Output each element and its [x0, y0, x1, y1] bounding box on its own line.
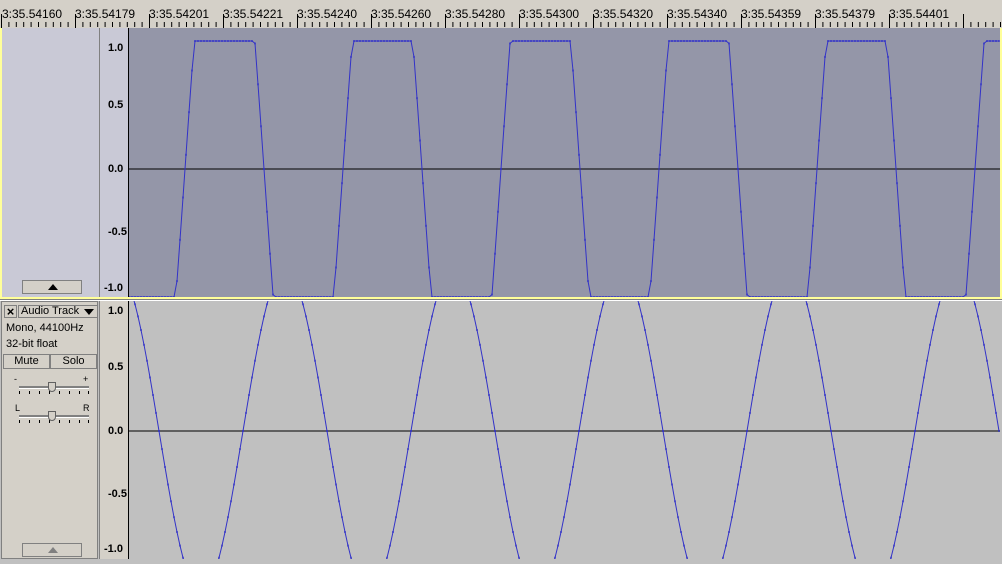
ruler-label: 3:35.54221 — [223, 7, 284, 21]
collapse-track-button[interactable] — [22, 280, 82, 294]
audio-track[interactable]: × Audio Track Mono, 44100Hz 32-bit float… — [0, 280, 1002, 564]
amplitude-label: -0.5 — [108, 226, 127, 238]
amplitude-label: 0.5 — [108, 361, 124, 373]
amplitude-label: -1.0 — [104, 282, 123, 294]
ruler-label: 3:35.54401 — [889, 7, 950, 21]
ruler-label: 3:35.54379 — [815, 7, 876, 21]
waveform — [128, 40, 1000, 298]
waveform — [128, 280, 1000, 564]
waveform-area[interactable] — [128, 280, 1000, 564]
ruler-label: 3:35.54359 — [741, 7, 802, 21]
amplitude-label: -0.5 — [108, 488, 127, 500]
gain-slider-thumb[interactable] — [48, 382, 56, 392]
track-bit-depth: 32-bit float — [6, 338, 58, 350]
triangle-up-icon — [48, 547, 58, 553]
ruler-label: 3:35.54201 — [149, 7, 210, 21]
ruler-label: 3:35.54260 — [371, 7, 432, 21]
timeline-ruler[interactable]: 3:35.54160 3:35.54179 3:35.54201 3:35.54… — [0, 0, 1002, 29]
mute-button[interactable]: Mute — [3, 354, 50, 369]
collapse-track-button[interactable] — [22, 543, 82, 557]
triangle-up-icon — [48, 284, 58, 290]
track-format: Mono, 44100Hz — [6, 322, 84, 334]
track-control-panel[interactable] — [2, 28, 100, 297]
ruler-label: 3:35.54179 — [75, 7, 136, 21]
track-name: Audio Track — [21, 305, 80, 317]
ruler-label: 3:35.54340 — [667, 7, 728, 21]
ruler-label: 3:35.54160 — [2, 7, 63, 21]
ruler-label: 3:35.54280 — [445, 7, 506, 21]
pan-right-label: R — [83, 403, 90, 413]
pan-left-label: L — [15, 403, 21, 413]
amplitude-label: 0.0 — [108, 163, 124, 175]
solo-button[interactable]: Solo — [50, 354, 97, 369]
ruler-label: 3:35.54320 — [593, 7, 654, 21]
amplitude-label: -1.0 — [104, 543, 123, 555]
waveform-area[interactable] — [128, 28, 1000, 298]
ruler-label: 3:35.54240 — [297, 7, 358, 21]
gain-plus-label: + — [83, 374, 89, 384]
gain-minus-label: - — [14, 374, 17, 384]
amplitude-ruler: 1.0 0.5 0.0 -0.5 -1.0 — [99, 28, 129, 297]
amplitude-label: 1.0 — [108, 42, 124, 54]
amplitude-ruler: 1.0 0.5 0.0 -0.5 -1.0 — [99, 301, 129, 559]
amplitude-label: 0.5 — [108, 99, 124, 111]
close-track-button[interactable]: × — [4, 305, 17, 318]
amplitude-label: 1.0 — [108, 305, 124, 317]
dropdown-arrow-icon — [84, 309, 94, 315]
pan-slider-thumb[interactable] — [48, 411, 56, 421]
amplitude-label: 0.0 — [108, 425, 124, 437]
track-name-menu[interactable]: Audio Track — [18, 305, 98, 318]
track-control-panel[interactable]: × Audio Track Mono, 44100Hz 32-bit float… — [1, 301, 98, 559]
audio-track-selected[interactable]: 1.0 0.5 0.0 -0.5 -1.0 — [0, 28, 1002, 299]
ruler-label: 3:35.54300 — [519, 7, 580, 21]
